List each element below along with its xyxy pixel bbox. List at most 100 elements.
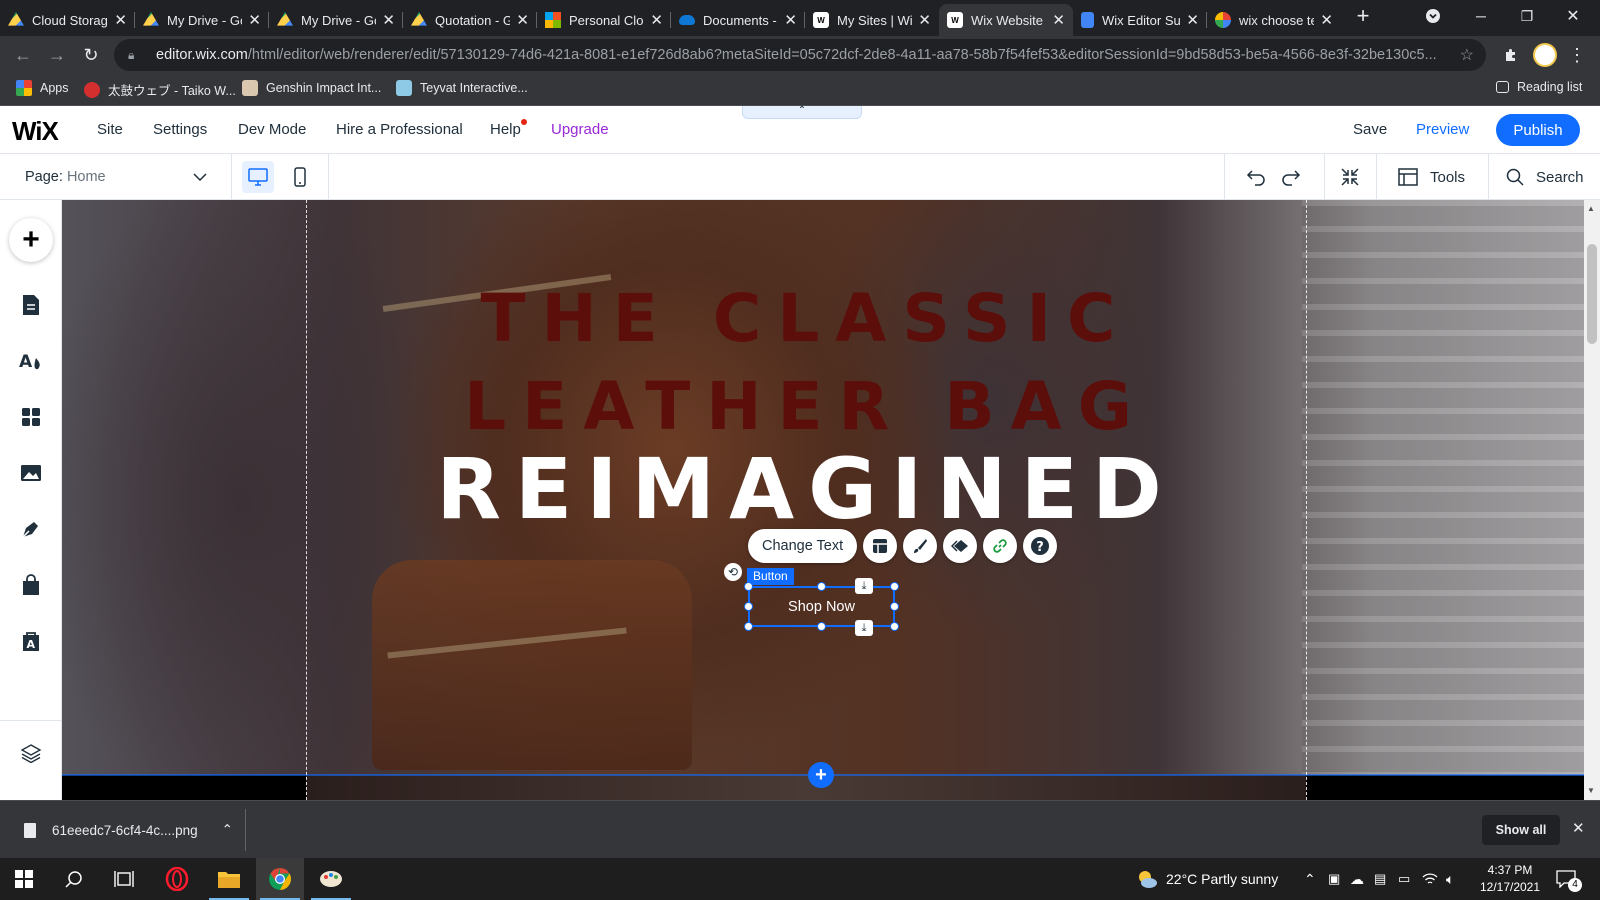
resize-handle[interactable] bbox=[744, 582, 753, 591]
close-tab-icon[interactable]: ✕ bbox=[382, 11, 395, 29]
reload-icon[interactable]: ↻ bbox=[76, 40, 106, 70]
show-all-button[interactable]: Show all bbox=[1482, 815, 1560, 845]
bookmark-apps[interactable]: Apps bbox=[16, 80, 69, 96]
media-icon[interactable] bbox=[15, 457, 47, 489]
browser-tab-active[interactable]: W Wix Website Editor ✕ bbox=[939, 4, 1073, 36]
browser-tab[interactable]: My Drive - Google Drive ✕ bbox=[269, 4, 403, 36]
browser-tab[interactable]: Personal Cloud Storage ✕ bbox=[537, 4, 671, 36]
stretch-handle-top-icon[interactable]: ⤓ bbox=[855, 578, 873, 594]
onedrive-tray-icon[interactable]: ☁ bbox=[1350, 858, 1364, 900]
preview-button[interactable]: Preview bbox=[1416, 121, 1469, 138]
add-elements-button[interactable]: + bbox=[9, 218, 53, 262]
shop-now-button[interactable]: Shop Now bbox=[748, 586, 895, 627]
headline-line-2[interactable]: LEATHER BAG bbox=[306, 368, 1306, 445]
blog-pen-icon[interactable] bbox=[15, 513, 47, 545]
pages-menu-icon[interactable] bbox=[15, 289, 47, 321]
address-bar[interactable]: 🔒︎ editor.wix.com/html/editor/web/render… bbox=[114, 39, 1486, 71]
paint-app-icon[interactable] bbox=[307, 858, 355, 900]
browser-tab[interactable]: Documents - OneDrive ✕ bbox=[671, 4, 805, 36]
tools-button[interactable]: Tools bbox=[1398, 162, 1465, 192]
volume-icon[interactable]: 🔈︎ bbox=[1446, 858, 1454, 900]
layout-icon[interactable] bbox=[863, 529, 898, 563]
resize-handle[interactable] bbox=[817, 622, 826, 631]
headline-line-1[interactable]: THE CLASSIC bbox=[306, 280, 1306, 357]
back-icon[interactable]: ← bbox=[8, 40, 38, 70]
close-tab-icon[interactable]: ✕ bbox=[248, 11, 261, 29]
close-tab-icon[interactable]: ✕ bbox=[516, 11, 529, 29]
meet-now-icon[interactable]: ▣ bbox=[1328, 858, 1340, 900]
browser-tab[interactable]: Cloud Storage ✕ bbox=[0, 4, 135, 36]
menu-upgrade[interactable]: Upgrade bbox=[551, 121, 609, 138]
undo-icon[interactable] bbox=[1246, 162, 1266, 192]
desktop-view-icon[interactable] bbox=[242, 161, 274, 193]
add-section-button[interactable]: + bbox=[808, 762, 834, 788]
close-tab-icon[interactable]: ✕ bbox=[784, 11, 797, 29]
browser-tab[interactable]: wix choose template ✕ bbox=[1207, 4, 1341, 36]
browser-tab[interactable]: My Drive - Google Drive ✕ bbox=[135, 4, 269, 36]
chrome-icon[interactable] bbox=[256, 858, 304, 900]
headline-line-3[interactable]: REIMAGINED bbox=[306, 440, 1306, 538]
close-tab-icon[interactable]: ✕ bbox=[918, 11, 931, 29]
opera-icon[interactable] bbox=[153, 858, 201, 900]
device-icon[interactable]: ▤ bbox=[1374, 858, 1386, 900]
battery-icon[interactable]: ▭ bbox=[1398, 858, 1410, 900]
rotate-handle-icon[interactable]: ⟲ bbox=[724, 563, 742, 581]
profile-avatar[interactable] bbox=[1530, 40, 1560, 70]
app-market-icon[interactable] bbox=[15, 401, 47, 433]
close-tab-icon[interactable]: ✕ bbox=[1320, 11, 1333, 29]
window-close-icon[interactable]: ✕ bbox=[1550, 0, 1596, 32]
scrollbar-thumb[interactable] bbox=[1587, 244, 1597, 344]
animation-icon[interactable] bbox=[943, 529, 978, 563]
resize-handle[interactable] bbox=[744, 602, 753, 611]
mobile-view-icon[interactable] bbox=[284, 161, 316, 193]
resize-handle[interactable] bbox=[744, 622, 753, 631]
wix-app-icon[interactable]: A bbox=[15, 625, 47, 657]
menu-site[interactable]: Site bbox=[97, 121, 123, 138]
site-design-icon[interactable]: A bbox=[15, 345, 47, 377]
minimize-icon[interactable]: ─ bbox=[1458, 0, 1504, 32]
file-explorer-icon[interactable] bbox=[205, 858, 253, 900]
menu-hire-professional[interactable]: Hire a Professional bbox=[336, 121, 463, 138]
stretch-handle-bottom-icon[interactable]: ⤓ bbox=[855, 620, 873, 636]
scroll-down-icon[interactable]: ▼ bbox=[1587, 786, 1595, 795]
new-tab-icon[interactable]: + bbox=[1340, 0, 1386, 32]
bookmark-teyvat[interactable]: Teyvat Interactive... bbox=[396, 80, 528, 96]
close-tab-icon[interactable]: ✕ bbox=[1052, 11, 1065, 29]
reading-list-button[interactable]: Reading list bbox=[1496, 80, 1582, 94]
browser-tab[interactable]: Quotation - Google Drive ✕ bbox=[403, 4, 537, 36]
change-text-button[interactable]: Change Text bbox=[748, 529, 858, 563]
bookmark-star-icon[interactable]: ☆ bbox=[1460, 45, 1474, 65]
page-selector[interactable]: Page: Home bbox=[0, 154, 232, 200]
resize-handle[interactable] bbox=[890, 602, 899, 611]
windows-start-icon[interactable] bbox=[0, 858, 48, 900]
tab-search-icon[interactable] bbox=[1410, 0, 1456, 32]
weather-widget[interactable]: 22°C Partly sunny bbox=[1136, 858, 1278, 900]
browser-tab[interactable]: Wix Editor Support ✕ bbox=[1073, 4, 1207, 36]
wix-logo[interactable]: WiX bbox=[12, 116, 59, 147]
chrome-menu-icon[interactable]: ⋮ bbox=[1562, 40, 1592, 70]
save-button[interactable]: Save bbox=[1353, 121, 1387, 138]
store-bag-icon[interactable] bbox=[15, 569, 47, 601]
show-hidden-icons-icon[interactable]: ⌃ bbox=[1304, 858, 1316, 900]
menu-settings[interactable]: Settings bbox=[153, 121, 207, 138]
resize-handle[interactable] bbox=[890, 622, 899, 631]
notifications-icon[interactable]: 4 bbox=[1556, 858, 1582, 900]
close-tab-icon[interactable]: ✕ bbox=[650, 11, 663, 29]
collapse-toolbar-handle[interactable]: ⌃ bbox=[742, 106, 862, 119]
help-question-icon[interactable]: ? bbox=[1023, 529, 1058, 563]
bookmark-taiko[interactable]: 太鼓ウェブ - Taiko W... bbox=[84, 80, 236, 99]
layers-icon[interactable] bbox=[15, 737, 47, 769]
search-button[interactable]: Search bbox=[1506, 162, 1584, 192]
menu-help[interactable]: Help bbox=[490, 121, 521, 138]
publish-button[interactable]: Publish bbox=[1496, 114, 1580, 146]
close-tab-icon[interactable]: ✕ bbox=[114, 11, 127, 29]
restore-icon[interactable]: ❐ bbox=[1504, 0, 1550, 32]
resize-handle[interactable] bbox=[817, 582, 826, 591]
close-tab-icon[interactable]: ✕ bbox=[1186, 11, 1199, 29]
wifi-icon[interactable] bbox=[1422, 858, 1438, 900]
canvas-scrollbar[interactable]: ▲ ▼ bbox=[1584, 200, 1600, 800]
task-view-icon[interactable] bbox=[100, 858, 148, 900]
editor-canvas[interactable]: THE CLASSIC LEATHER BAG REIMAGINED Chang… bbox=[62, 200, 1584, 800]
redo-icon[interactable] bbox=[1281, 162, 1301, 192]
browser-tab[interactable]: W My Sites | Wix ✕ bbox=[805, 4, 939, 36]
